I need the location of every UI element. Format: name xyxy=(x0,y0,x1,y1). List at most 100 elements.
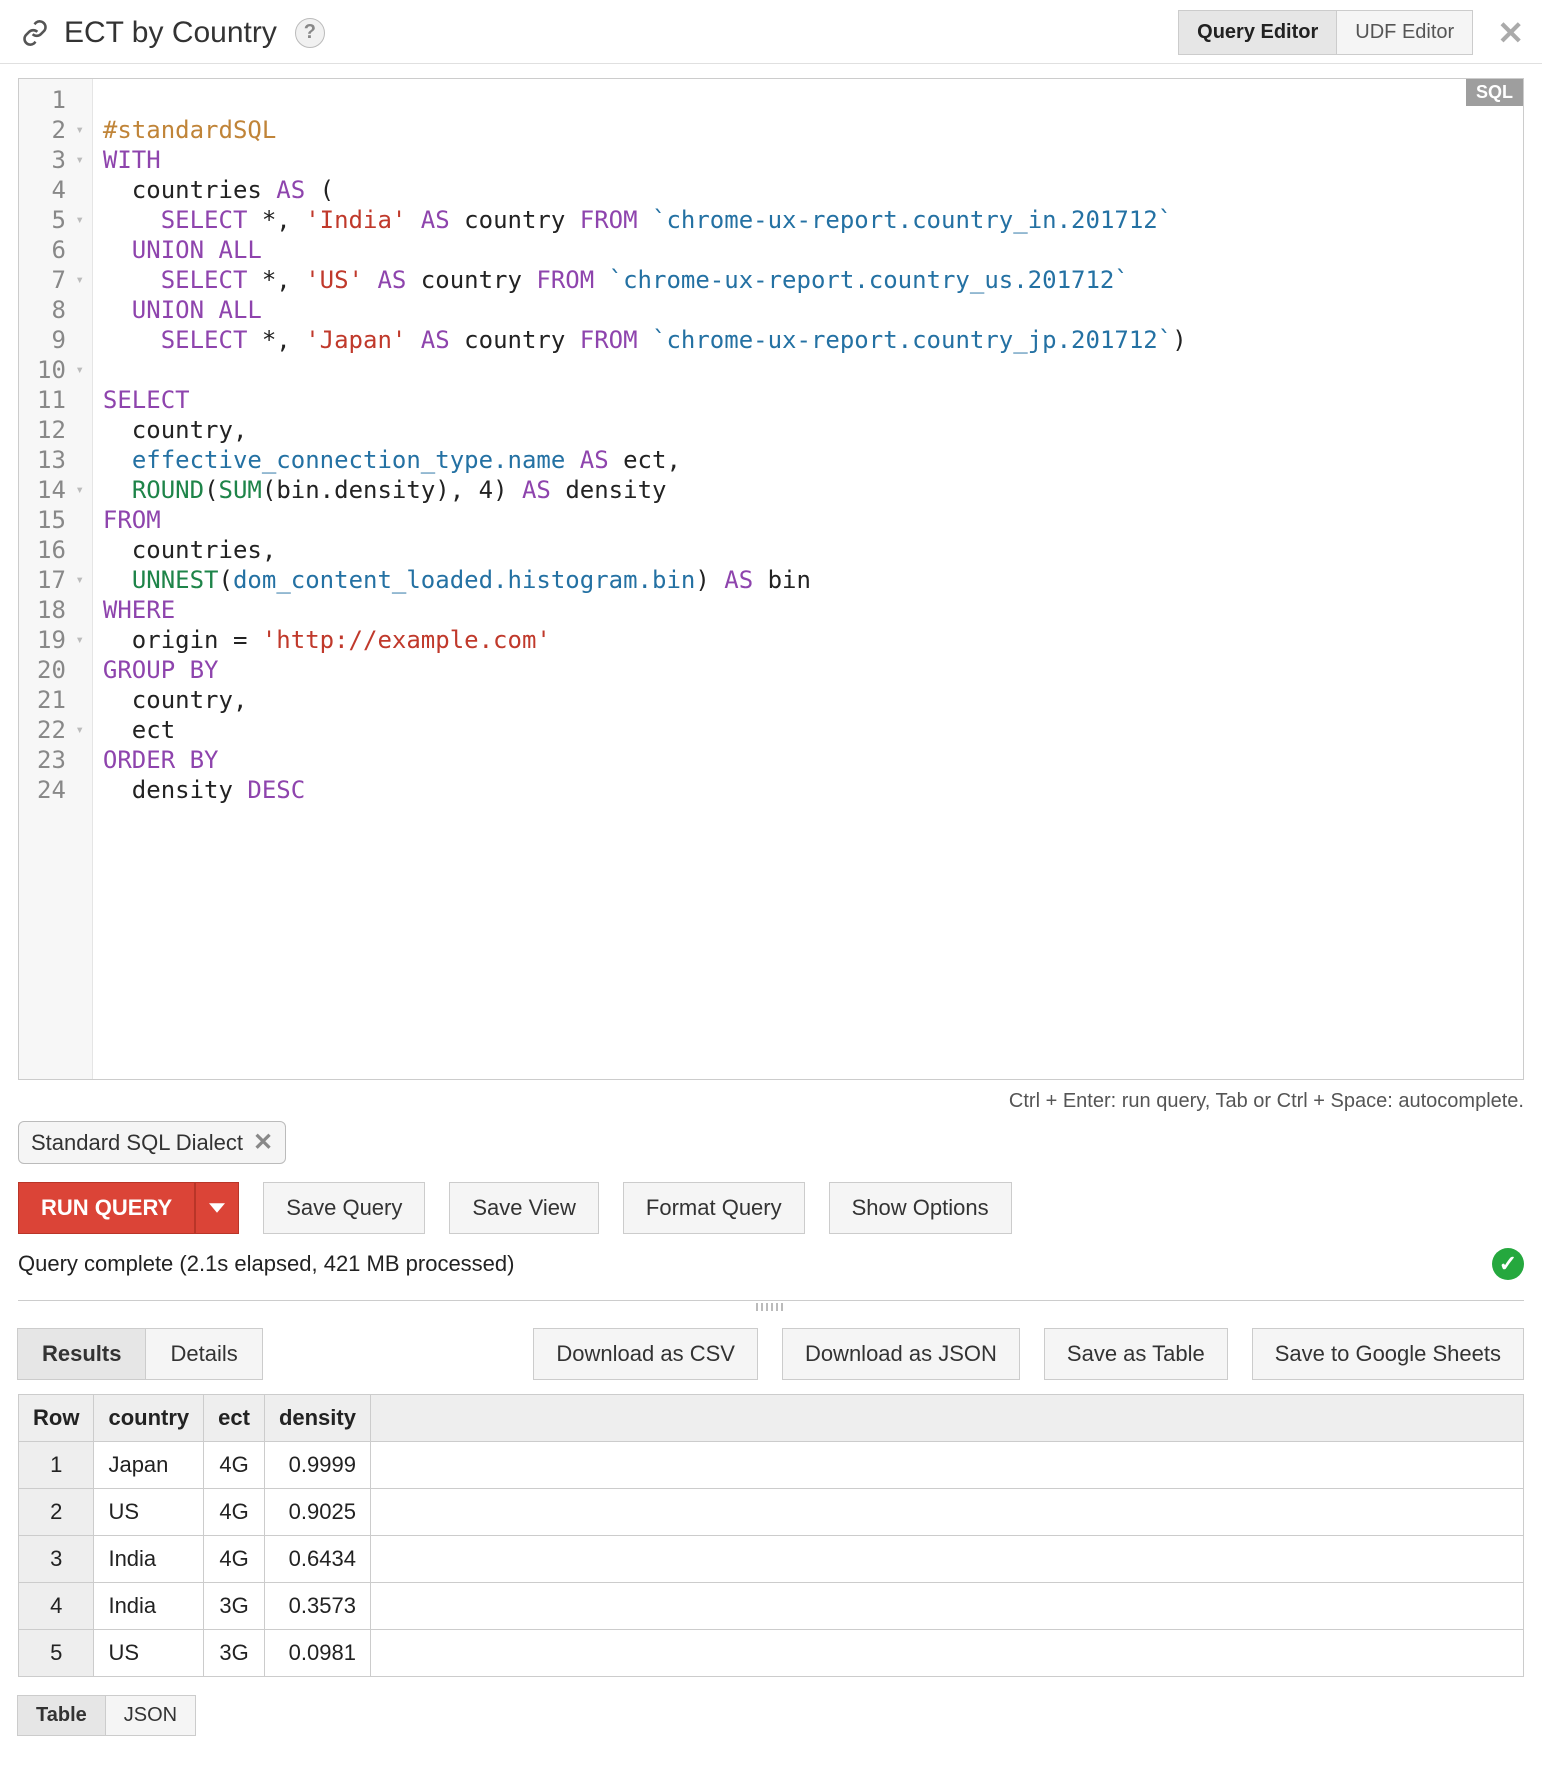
hint-row: Ctrl + Enter: run query, Tab or Ctrl + S… xyxy=(18,1090,1524,1113)
help-icon[interactable]: ? xyxy=(295,18,325,48)
code-area[interactable]: #standardSQL WITH countries AS ( SELECT … xyxy=(93,79,1197,1079)
footer-tab-table[interactable]: Table xyxy=(17,1695,106,1736)
table-header-row: Row country ect density xyxy=(19,1395,1524,1442)
download-json-button[interactable]: Download as JSON xyxy=(782,1328,1020,1380)
table-row: 5US3G0.0981 xyxy=(19,1630,1524,1677)
tab-udf-editor[interactable]: UDF Editor xyxy=(1336,10,1473,55)
caret-down-icon xyxy=(209,1202,225,1214)
gutter-line: 9 xyxy=(19,325,92,355)
header-bar: ECT by Country ? Query Editor UDF Editor… xyxy=(0,0,1542,64)
download-csv-button[interactable]: Download as CSV xyxy=(533,1328,758,1380)
table-row: 4India3G0.3573 xyxy=(19,1583,1524,1630)
gutter-line: 21 xyxy=(19,685,92,715)
cell-filler xyxy=(370,1630,1523,1677)
run-query-dropdown[interactable] xyxy=(195,1182,239,1234)
gutter-line: 1 xyxy=(19,85,92,115)
hint-text: Ctrl + Enter: run query, Tab or Ctrl + S… xyxy=(1009,1090,1524,1113)
cell-row: 3 xyxy=(19,1536,94,1583)
save-as-table-button[interactable]: Save as Table xyxy=(1044,1328,1228,1380)
cell-filler xyxy=(370,1583,1523,1630)
fold-icon[interactable]: ▾ xyxy=(72,355,84,385)
gutter-line: 18 xyxy=(19,595,92,625)
dialect-chip[interactable]: Standard SQL Dialect ✕ xyxy=(18,1121,286,1164)
fold-icon[interactable]: ▾ xyxy=(72,625,84,655)
cell-row: 4 xyxy=(19,1583,94,1630)
cell-country: Japan xyxy=(94,1442,204,1489)
fold-icon[interactable]: ▾ xyxy=(72,475,84,505)
gutter-line: 13 xyxy=(19,445,92,475)
cell-density: 0.6434 xyxy=(264,1536,370,1583)
page-title: ECT by Country xyxy=(64,16,277,50)
save-query-button[interactable]: Save Query xyxy=(263,1182,425,1234)
gutter-line: 14▾ xyxy=(19,475,92,505)
cell-density: 0.9999 xyxy=(264,1442,370,1489)
cell-density: 0.3573 xyxy=(264,1583,370,1630)
gutter-line: 16 xyxy=(19,535,92,565)
footer-tabs: Table JSON xyxy=(18,1695,1524,1736)
cell-ect: 4G xyxy=(204,1489,265,1536)
cell-density: 0.0981 xyxy=(264,1630,370,1677)
gutter-line: 20 xyxy=(19,655,92,685)
gutter-line: 22▾ xyxy=(19,715,92,745)
tab-results[interactable]: Results xyxy=(17,1328,146,1380)
col-row: Row xyxy=(19,1395,94,1442)
gutter-line: 23 xyxy=(19,745,92,775)
gutter-line: 10▾ xyxy=(19,355,92,385)
gutter-line: 8 xyxy=(19,295,92,325)
gutter-line: 7▾ xyxy=(19,265,92,295)
fold-icon[interactable]: ▾ xyxy=(72,115,84,145)
tab-details[interactable]: Details xyxy=(145,1328,262,1380)
cell-filler xyxy=(370,1489,1523,1536)
chip-close-icon[interactable]: ✕ xyxy=(253,1128,273,1157)
col-density: density xyxy=(264,1395,370,1442)
col-ect: ect xyxy=(204,1395,265,1442)
save-to-sheets-button[interactable]: Save to Google Sheets xyxy=(1252,1328,1524,1380)
format-query-button[interactable]: Format Query xyxy=(623,1182,805,1234)
table-row: 3India4G0.6434 xyxy=(19,1536,1524,1583)
link-icon xyxy=(18,19,52,47)
cell-filler xyxy=(370,1536,1523,1583)
sql-editor[interactable]: SQL 12▾3▾45▾67▾8910▾11121314▾151617▾1819… xyxy=(18,78,1524,1080)
cell-filler xyxy=(370,1442,1523,1489)
gutter-line: 5▾ xyxy=(19,205,92,235)
status-row: Query complete (2.1s elapsed, 421 MB pro… xyxy=(18,1248,1524,1280)
fold-icon[interactable]: ▾ xyxy=(72,715,84,745)
gutter-line: 3▾ xyxy=(19,145,92,175)
cell-ect: 3G xyxy=(204,1630,265,1677)
cell-density: 0.9025 xyxy=(264,1489,370,1536)
save-view-button[interactable]: Save View xyxy=(449,1182,599,1234)
line-gutter: 12▾3▾45▾67▾8910▾11121314▾151617▾1819▾202… xyxy=(19,79,93,1079)
table-row: 1Japan4G0.9999 xyxy=(19,1442,1524,1489)
close-icon[interactable]: ✕ xyxy=(1497,14,1524,52)
gutter-line: 17▾ xyxy=(19,565,92,595)
table-row: 2US4G0.9025 xyxy=(19,1489,1524,1536)
cell-ect: 4G xyxy=(204,1442,265,1489)
gutter-line: 2▾ xyxy=(19,115,92,145)
fold-icon[interactable]: ▾ xyxy=(72,145,84,175)
gutter-line: 6 xyxy=(19,235,92,265)
action-bar: RUN QUERY Save Query Save View Format Qu… xyxy=(18,1182,1524,1234)
run-query-button[interactable]: RUN QUERY xyxy=(18,1182,195,1234)
fold-icon[interactable]: ▾ xyxy=(72,205,84,235)
results-table: Row country ect density 1Japan4G0.99992U… xyxy=(18,1394,1524,1677)
tab-query-editor[interactable]: Query Editor xyxy=(1178,10,1337,55)
gutter-line: 15 xyxy=(19,505,92,535)
cell-country: India xyxy=(94,1536,204,1583)
cell-ect: 3G xyxy=(204,1583,265,1630)
footer-tab-json[interactable]: JSON xyxy=(105,1695,196,1736)
fold-icon[interactable]: ▾ xyxy=(72,265,84,295)
code-line: #standardSQL xyxy=(103,116,276,144)
cell-row: 2 xyxy=(19,1489,94,1536)
cell-row: 1 xyxy=(19,1442,94,1489)
gutter-line: 24 xyxy=(19,775,92,805)
show-options-button[interactable]: Show Options xyxy=(829,1182,1012,1234)
dialect-chip-label: Standard SQL Dialect xyxy=(31,1130,243,1156)
cell-country: US xyxy=(94,1489,204,1536)
code-line: WITH xyxy=(103,146,161,174)
fold-icon[interactable]: ▾ xyxy=(72,565,84,595)
cell-country: India xyxy=(94,1583,204,1630)
splitter-handle[interactable] xyxy=(18,1300,1524,1314)
success-icon: ✓ xyxy=(1492,1248,1524,1280)
cell-ect: 4G xyxy=(204,1536,265,1583)
gutter-line: 4 xyxy=(19,175,92,205)
